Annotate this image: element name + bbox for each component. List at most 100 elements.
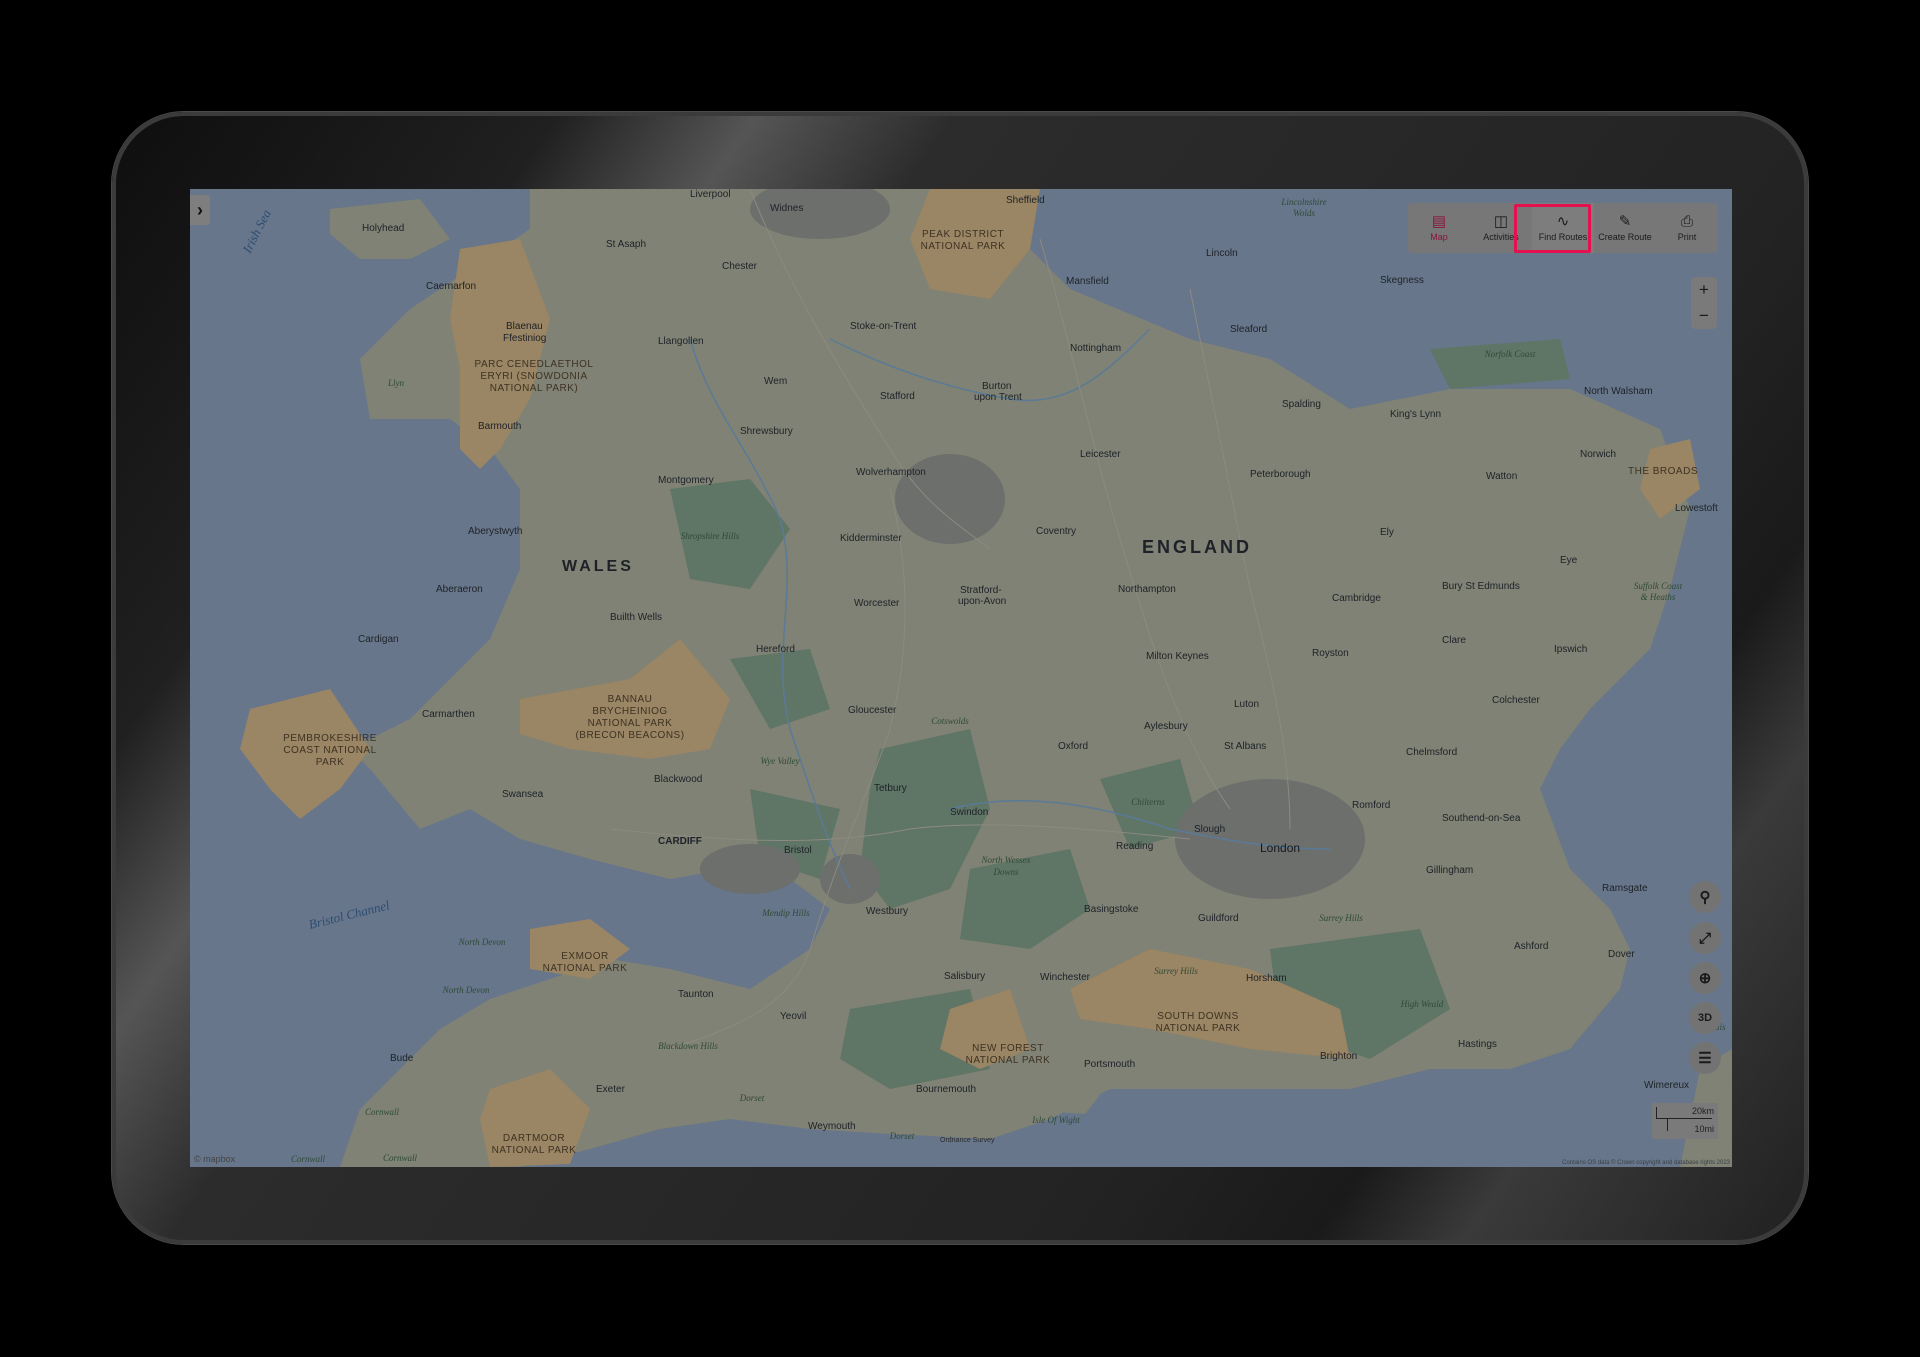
city-label: Ramsgate: [1602, 883, 1648, 894]
city-label: Cambridge: [1332, 593, 1381, 604]
city-label: Gloucester: [848, 705, 897, 716]
area-label: Suffolk Coast: [1634, 581, 1683, 591]
route-pin-button[interactable]: ⚲: [1689, 881, 1721, 913]
city-label: Tetbury: [874, 783, 907, 794]
city-label: Norwich: [1580, 449, 1616, 460]
city-label: Nottingham: [1070, 343, 1121, 354]
park-label: NATIONAL PARK: [1156, 1023, 1241, 1034]
city-label: Spalding: [1282, 399, 1321, 410]
city-label: upon Trent: [974, 392, 1022, 403]
city-label: Weymouth: [808, 1121, 856, 1132]
city-label: London: [1260, 841, 1300, 855]
city-label: Taunton: [678, 989, 714, 1000]
country-label-wales: WALES: [562, 558, 634, 575]
expand-icon: ⤢: [1698, 929, 1711, 947]
toolbar-print-button[interactable]: ⎙ Print: [1656, 203, 1718, 253]
crosshair-icon: ⊕: [1698, 970, 1712, 987]
city-label: Royston: [1312, 648, 1349, 659]
city-label: Stafford: [880, 391, 915, 402]
park-label: THE BROADS: [1628, 466, 1698, 477]
city-label: Basingstoke: [1084, 904, 1139, 915]
city-label: Milton Keynes: [1146, 651, 1209, 662]
city-label: Ffestiniog: [503, 333, 546, 344]
urban-london: [1175, 779, 1365, 899]
area-label: & Heaths: [1641, 592, 1676, 602]
area-label: Lincolnshire: [1280, 197, 1326, 207]
map-attribution[interactable]: Contains OS data © Crown copyright and d…: [1562, 1160, 1730, 1166]
area-label: Wolds: [1293, 208, 1315, 218]
chevron-right-icon: ›: [197, 199, 203, 220]
city-label: Swansea: [502, 789, 544, 800]
city-label: Oxford: [1058, 741, 1088, 752]
city-label: St Albans: [1224, 741, 1266, 752]
city-label: Southend-on-Sea: [1442, 813, 1521, 824]
zoom-out-button[interactable]: −: [1691, 303, 1717, 329]
park-label: PARC CENEDLAETHOL: [475, 359, 594, 370]
city-label: Blackwood: [654, 774, 702, 785]
map-screen[interactable]: Irish Sea Bristol Channel WALES ENGLAND …: [190, 189, 1732, 1167]
toolbar-map-button[interactable]: ▤ Map: [1408, 203, 1470, 253]
park-label: BANNAU: [608, 694, 653, 705]
city-label: Luton: [1234, 699, 1259, 710]
park-label: PARK: [316, 757, 345, 768]
fullscreen-button[interactable]: ⤢: [1689, 922, 1721, 954]
city-label: Dover: [1608, 949, 1635, 960]
city-label: Blaenau: [506, 321, 543, 332]
area-label: Mendip Hills: [761, 908, 810, 918]
city-label: North Walsham: [1584, 386, 1653, 397]
city-label: Eye: [1560, 555, 1578, 566]
area-label: Llyn: [387, 378, 405, 388]
city-label: Lincoln: [1206, 248, 1238, 259]
water-label-irish-sea: Irish Sea: [239, 207, 274, 257]
area-label: Dorset: [889, 1131, 915, 1141]
toolbar-create-route-button[interactable]: ✎ Create Route: [1594, 203, 1656, 253]
toggle-3d-button[interactable]: 3D: [1689, 1002, 1721, 1034]
area-label: Dorset: [739, 1093, 765, 1103]
find-routes-highlight: [1514, 204, 1591, 253]
city-label: Sheffield: [1006, 195, 1045, 206]
zoom-control: + −: [1691, 277, 1717, 329]
city-label: Watton: [1486, 471, 1517, 482]
zoom-in-button[interactable]: +: [1691, 277, 1717, 303]
scale-mi-label: 10mi: [1694, 1124, 1714, 1134]
city-label: Cardigan: [358, 634, 399, 645]
city-label: Exeter: [596, 1084, 626, 1095]
area-label: High Weald: [1400, 999, 1444, 1009]
city-label: Carmarthen: [422, 709, 475, 720]
area-label: Cotswolds: [931, 716, 969, 726]
area-label: Surrey Hills: [1319, 913, 1363, 923]
park-label: NATIONAL PARK: [588, 718, 673, 729]
pencil-icon: ✎: [1618, 213, 1632, 230]
map-canvas[interactable]: Irish Sea Bristol Channel WALES ENGLAND …: [190, 189, 1732, 1167]
area-label: Shropshire Hills: [681, 531, 740, 541]
city-label: Hereford: [756, 644, 795, 655]
urban-bristol: [820, 854, 880, 904]
mapbox-logo[interactable]: © mapbox: [194, 1154, 235, 1164]
city-label: Colchester: [1492, 695, 1540, 706]
city-label: upon-Avon: [958, 596, 1006, 607]
park-label: ERYRI (SNOWDONIA: [480, 371, 587, 382]
locate-me-button[interactable]: ⊕: [1689, 962, 1721, 994]
route-pin-icon: ⚲: [1699, 889, 1711, 906]
city-label: Northampton: [1118, 584, 1176, 595]
park-label: PEMBROKESHIRE: [283, 733, 377, 744]
sidebar-toggle-button[interactable]: ›: [190, 195, 210, 225]
park-label: NATIONAL PARK): [490, 383, 579, 394]
city-label: Ipswich: [1554, 644, 1587, 655]
park-label: (BRECON BEACONS): [575, 730, 684, 741]
park-label: NATIONAL PARK: [492, 1145, 577, 1156]
city-label: Yeovil: [780, 1011, 806, 1022]
layers-button[interactable]: ☰: [1689, 1042, 1721, 1074]
map-icon: ▤: [1431, 213, 1447, 230]
park-label: COAST NATIONAL: [283, 745, 376, 756]
city-label: Winchester: [1040, 972, 1091, 983]
toolbar-print-label: Print: [1677, 232, 1697, 242]
city-label: Ely: [1380, 527, 1394, 538]
city-label: Wolverhampton: [856, 467, 926, 478]
city-label: Leicester: [1080, 449, 1121, 460]
green-area-norfolk-coast: [1430, 339, 1570, 389]
city-label: Salisbury: [944, 971, 985, 982]
city-label: Widnes: [770, 203, 803, 214]
area-label: Downs: [992, 867, 1019, 877]
area-label: North Devon: [458, 937, 506, 947]
